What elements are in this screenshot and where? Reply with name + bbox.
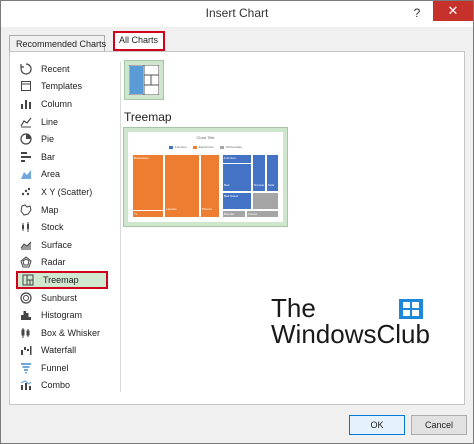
radar-chart-icon bbox=[20, 256, 32, 268]
legend-swatch bbox=[219, 145, 224, 149]
area-chart-icon bbox=[20, 168, 32, 180]
chart-type-surface[interactable]: Surface bbox=[16, 236, 116, 254]
bar-chart-icon bbox=[20, 151, 32, 163]
help-button[interactable]: ? bbox=[409, 5, 425, 21]
chart-type-label: Radar bbox=[41, 257, 66, 268]
chart-subtype-title: Treemap bbox=[124, 110, 172, 124]
chart-type-label: Stock bbox=[41, 222, 64, 233]
title-bar: Insert Chart ? ✕ bbox=[1, 1, 473, 27]
line-chart-icon bbox=[20, 116, 32, 128]
chart-type-stock[interactable]: Stock bbox=[16, 218, 116, 236]
legend-swatch bbox=[192, 145, 197, 149]
legend-label: Kitchenware bbox=[225, 145, 243, 149]
chart-type-label: X Y (Scatter) bbox=[41, 186, 93, 197]
chart-type-label: Recent bbox=[41, 63, 70, 74]
cancel-button[interactable]: Cancel bbox=[411, 415, 467, 435]
chart-type-sunburst[interactable]: Sunburst bbox=[16, 289, 116, 307]
tab-recommended-charts[interactable]: Recommended Charts bbox=[9, 35, 106, 51]
chart-type-label: Column bbox=[41, 98, 73, 109]
treemap-tile: Laptops bbox=[164, 154, 200, 218]
column-chart-icon bbox=[20, 98, 32, 110]
all-charts-panel: Recent Templates Column Line Pie Bar Area X Y (… bbox=[9, 51, 465, 405]
stock-chart-icon bbox=[20, 221, 32, 233]
chart-type-label: Histogram bbox=[41, 310, 83, 321]
chart-type-column[interactable]: Column bbox=[16, 95, 116, 113]
chart-type-x-y-scatter[interactable]: X Y (Scatter) bbox=[16, 183, 116, 201]
legend-swatch bbox=[168, 145, 173, 149]
windows-logo-icon bbox=[399, 299, 423, 319]
templates-icon bbox=[20, 80, 32, 92]
chart-type-map[interactable]: Map bbox=[16, 201, 116, 219]
pie-chart-icon bbox=[20, 133, 32, 145]
chart-type-line[interactable]: Line bbox=[16, 113, 116, 131]
legend-entry: Electronics bbox=[192, 145, 214, 149]
chart-type-recent[interactable]: Recent bbox=[16, 60, 116, 78]
treemap-subtype-thumbnail[interactable] bbox=[124, 60, 164, 100]
chart-type-label: Line bbox=[41, 116, 59, 127]
treemap-tile: Phones bbox=[200, 154, 220, 218]
panel-divider bbox=[120, 62, 121, 392]
chart-type-list: Recent Templates Column Line Pie Bar Area X Y (… bbox=[16, 60, 116, 394]
chart-type-label: Surface bbox=[41, 239, 73, 250]
chart-type-label: Waterfall bbox=[41, 345, 77, 356]
recent-icon bbox=[20, 63, 32, 75]
treemap-tile: Sofa bbox=[266, 154, 279, 192]
chart-type-funnel[interactable]: Funnel bbox=[16, 359, 116, 377]
ok-button[interactable]: OK bbox=[349, 415, 405, 435]
surface-chart-icon bbox=[20, 239, 32, 251]
legend-label: Electronics bbox=[198, 145, 214, 149]
chart-preview[interactable]: Chart Title Furniture Electronics Kitche… bbox=[123, 127, 288, 227]
preview-legend: Furniture Electronics Kitchenware bbox=[128, 145, 283, 149]
chart-type-templates[interactable]: Templates bbox=[16, 78, 116, 96]
treemap-tile: Tv bbox=[132, 210, 164, 218]
chart-type-label: Box & Whisker bbox=[41, 327, 101, 338]
watermark-line1: The bbox=[271, 293, 316, 323]
chart-type-label: Funnel bbox=[41, 362, 69, 373]
treemap-tile: Bookcases bbox=[132, 154, 164, 218]
waterfall-chart-icon bbox=[20, 344, 32, 356]
tab-all-charts[interactable]: All Charts bbox=[113, 31, 165, 51]
sunburst-chart-icon bbox=[20, 291, 32, 304]
chart-type-label: Bar bbox=[41, 151, 56, 162]
chart-type-waterfall[interactable]: Waterfall bbox=[16, 342, 116, 360]
chart-type-bar[interactable]: Bar bbox=[16, 148, 116, 166]
chart-type-label: Pie bbox=[41, 134, 55, 145]
chart-type-label: Area bbox=[41, 169, 61, 180]
chart-type-box-whisker[interactable]: Box & Whisker bbox=[16, 324, 116, 342]
scatter-chart-icon bbox=[20, 186, 32, 198]
chart-preview-canvas: Chart Title Furniture Electronics Kitche… bbox=[128, 132, 283, 222]
chart-type-label: Templates bbox=[41, 81, 83, 92]
treemap-tile: Dresser bbox=[252, 154, 266, 192]
watermark-line2: WindowsClub bbox=[271, 319, 430, 349]
legend-entry: Kitchenware bbox=[219, 145, 243, 149]
chart-type-label: Map bbox=[41, 204, 59, 215]
treemap-tile: Bed Stand bbox=[222, 192, 252, 210]
legend-label: Furniture bbox=[174, 145, 187, 149]
treemap-thumbnail-icon bbox=[128, 64, 160, 96]
chart-type-area[interactable]: Area bbox=[16, 166, 116, 184]
close-button[interactable]: ✕ bbox=[433, 1, 473, 21]
combo-chart-icon bbox=[20, 379, 32, 391]
chart-type-histogram[interactable]: Histogram bbox=[16, 306, 116, 324]
chart-type-radar[interactable]: Radar bbox=[16, 254, 116, 272]
treemap-tile: Blender bbox=[222, 210, 246, 218]
chart-type-treemap[interactable]: Treemap bbox=[16, 271, 108, 289]
chart-type-combo[interactable]: Combo bbox=[16, 377, 116, 395]
treemap-tile: Knives bbox=[246, 210, 279, 218]
treemap-tile: Furniture bbox=[222, 154, 252, 164]
preview-chart-title: Chart Title bbox=[196, 135, 215, 140]
histogram-chart-icon bbox=[20, 309, 32, 321]
treemap-chart-icon bbox=[22, 274, 34, 286]
chart-type-label: Combo bbox=[41, 380, 71, 391]
treemap-tile bbox=[252, 192, 279, 210]
chart-type-label: Treemap bbox=[43, 274, 79, 285]
legend-entry: Furniture bbox=[168, 145, 187, 149]
funnel-chart-icon bbox=[20, 362, 32, 374]
box-whisker-chart-icon bbox=[20, 327, 32, 339]
insert-chart-dialog: Insert Chart ? ✕ Recommended Charts All … bbox=[0, 0, 474, 444]
chart-type-pie[interactable]: Pie bbox=[16, 130, 116, 148]
dialog-title: Insert Chart bbox=[205, 6, 269, 20]
chart-type-label: Sunburst bbox=[41, 292, 78, 303]
map-chart-icon bbox=[20, 203, 32, 216]
